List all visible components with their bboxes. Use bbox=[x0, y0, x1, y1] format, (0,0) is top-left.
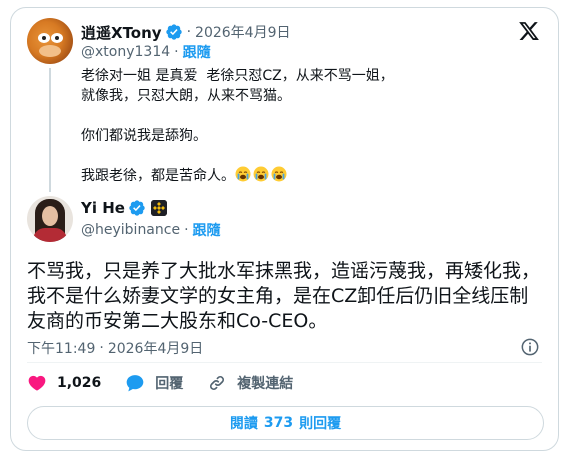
verified-badge-icon bbox=[129, 200, 145, 216]
verified-badge-icon bbox=[165, 24, 182, 40]
quoted-author-name[interactable]: 逍遥XTony bbox=[81, 22, 162, 43]
tweet-date[interactable]: 2026年4月9日 bbox=[108, 338, 203, 358]
crying-face-emoji bbox=[235, 166, 251, 182]
main-tweet-text: 不骂我，只是养了大批水军抹黑我，造谣污蔑我，再矮化我，我不是什么娇妻文学的女主角… bbox=[27, 260, 541, 332]
main-author-name[interactable]: Yi He bbox=[81, 199, 125, 217]
quoted-line-3: 你们都说我是舔狗。 bbox=[81, 128, 207, 144]
avatar-yihe[interactable] bbox=[27, 196, 73, 242]
follow-button-quoted[interactable]: 跟隨 bbox=[183, 42, 211, 62]
quoted-text: 老徐对一姐 是真爱 老徐只怼CZ，从来不骂一姐， 就像我，只怼大朗，从来不骂猫。… bbox=[81, 66, 521, 186]
action-bar: 1,026 回覆 複製連結 bbox=[27, 372, 317, 394]
thread-line bbox=[49, 68, 51, 192]
crying-face-emoji bbox=[271, 166, 287, 182]
quoted-handle-row: @xtony1314 · 跟隨 bbox=[81, 42, 211, 62]
read-prefix: 閱讀 bbox=[229, 416, 258, 432]
reply-count: 373 bbox=[263, 415, 294, 431]
like-count: 1,026 bbox=[57, 375, 102, 391]
main-handle-row: @heyibinance · 跟隨 bbox=[81, 220, 221, 240]
reply-bubble-icon bbox=[126, 375, 144, 392]
binance-affiliate-icon[interactable] bbox=[150, 200, 167, 216]
quoted-line-4: 我跟老徐，都是苦命人。 bbox=[81, 168, 235, 184]
divider bbox=[27, 362, 542, 363]
quoted-line-1: 老徐对一姐 是真爱 老徐只怼CZ，从来不骂一姐， bbox=[81, 68, 394, 84]
read-replies-button[interactable]: 閱讀 373 則回覆 bbox=[27, 406, 544, 440]
heart-icon bbox=[28, 375, 46, 391]
quoted-header: 逍遥XTony · 2026年4月9日 bbox=[81, 22, 291, 43]
follow-button-main[interactable]: 跟隨 bbox=[193, 220, 221, 240]
main-handle[interactable]: @heyibinance bbox=[81, 222, 180, 238]
copy-link-label: 複製連結 bbox=[237, 376, 294, 392]
tweet-time[interactable]: 下午11:49 bbox=[27, 338, 95, 358]
like-button[interactable]: 1,026 bbox=[27, 373, 101, 393]
tweet-card: 逍遥XTony · 2026年4月9日 @xtony1314 · 跟隨 老徐对一… bbox=[10, 7, 559, 451]
info-icon[interactable] bbox=[520, 337, 540, 357]
avatar-xtony[interactable] bbox=[27, 18, 73, 64]
quoted-date[interactable]: 2026年4月9日 bbox=[195, 22, 290, 42]
copy-link-button[interactable]: 複製連結 bbox=[207, 373, 293, 393]
main-header: Yi He bbox=[81, 198, 167, 218]
reply-label: 回覆 bbox=[155, 376, 184, 392]
quoted-line-2: 就像我，只怼大朗，从来不骂猫。 bbox=[81, 88, 291, 104]
tweet-timestamp[interactable]: 下午11:49 · 2026年4月9日 bbox=[27, 338, 203, 358]
reply-button[interactable]: 回覆 bbox=[125, 373, 183, 393]
link-icon bbox=[210, 376, 225, 390]
crying-face-emoji bbox=[253, 166, 269, 182]
x-logo-icon[interactable] bbox=[517, 20, 541, 42]
quoted-handle[interactable]: @xtony1314 bbox=[81, 44, 170, 60]
read-suffix: 則回覆 bbox=[299, 416, 342, 432]
